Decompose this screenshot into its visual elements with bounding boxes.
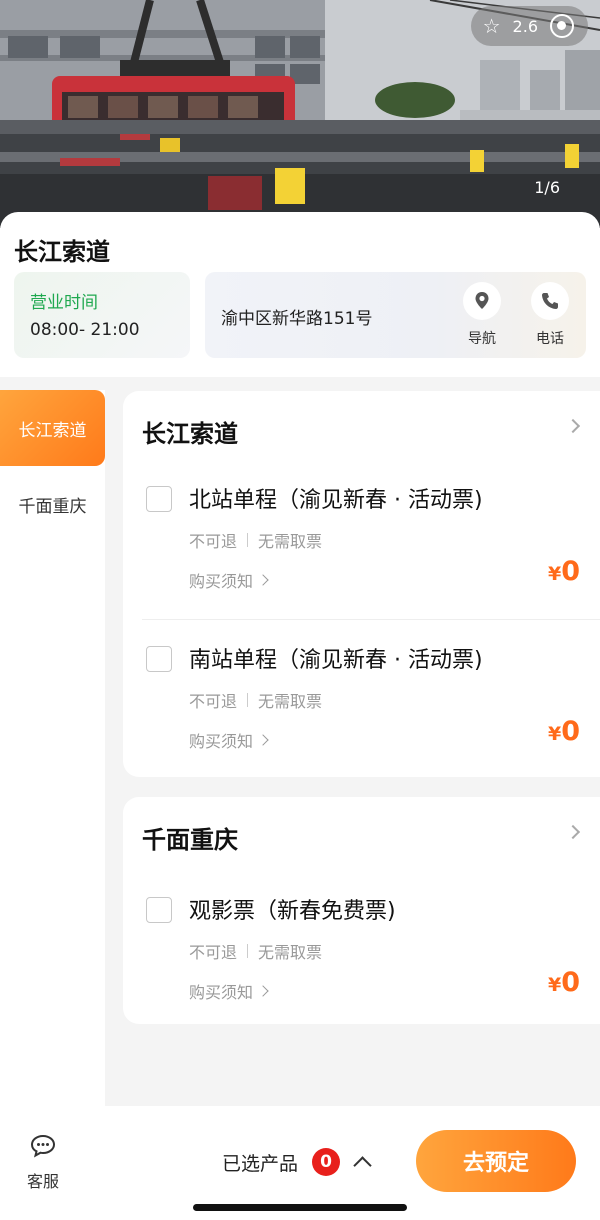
divider [142,619,600,620]
opening-hours-card: 营业时间 08:00- 21:00 [14,272,190,358]
product-item[interactable]: 观影票（新春免费票) 不可退 无需取票 购买须知 ¥ 0 [123,887,600,1047]
product-price: ¥ 0 [548,716,580,747]
hero-image[interactable]: ☆ 2.6 1/6 [0,0,600,228]
product-price: ¥ 0 [548,556,580,587]
currency-symbol: ¥ [547,723,562,745]
purchase-notice-link[interactable]: 购买须知 [189,568,269,592]
selected-products-label: 已选产品 [222,1152,299,1175]
venue-info-card: 长江索道 营业时间 08:00- 21:00 渝中区新华路151号 导航 电话 [0,212,600,377]
navigate-button[interactable]: 导航 [454,282,510,352]
currency-symbol: ¥ [547,974,562,996]
star-icon[interactable]: ☆ [483,16,501,36]
sidebar-item-cableway[interactable]: 长江索道 [0,390,105,466]
chat-bubble-icon [30,1134,56,1158]
product-checkbox[interactable] [146,486,172,512]
map-pin-icon [475,292,489,309]
tag-non-refundable: 不可退 [189,943,238,962]
rating-value: 2.6 [512,16,538,36]
tag-non-refundable: 不可退 [189,692,238,711]
section-card-qianmian: 千面重庆 观影票（新春免费票) 不可退 无需取票 购买须知 ¥ 0 [123,797,600,1024]
category-sidebar: 长江索道 千面重庆 [0,390,105,1106]
target-icon[interactable] [550,14,574,38]
tag-no-pickup: 无需取票 [258,532,323,551]
product-name: 观影票（新春免费票) [189,899,396,924]
tag-non-refundable: 不可退 [189,532,238,551]
product-tags: 不可退 无需取票 [189,688,322,712]
price-value: 0 [561,716,580,747]
section-title: 千面重庆 [142,826,238,854]
address-card[interactable]: 渝中区新华路151号 导航 电话 [205,272,586,358]
product-tags: 不可退 无需取票 [189,528,322,552]
section-title: 长江索道 [142,420,238,448]
navigate-label: 导航 [468,331,496,347]
tag-separator [247,944,249,958]
customer-service-button[interactable]: 客服 [20,1134,66,1191]
product-name: 北站单程（渝见新春 · 活动票) [189,488,483,513]
call-button[interactable]: 电话 [522,282,578,352]
tag-separator [247,533,249,547]
tag-no-pickup: 无需取票 [258,692,323,711]
venue-title: 长江索道 [14,238,110,266]
currency-symbol: ¥ [547,563,562,585]
notice-label: 购买须知 [189,983,254,1002]
chevron-right-icon [257,734,269,746]
address-text: 渝中区新华路151号 [221,309,373,329]
purchase-notice-link[interactable]: 购买须知 [189,728,269,752]
chevron-right-icon[interactable] [565,824,581,840]
notice-label: 购买须知 [189,572,254,591]
product-tags: 不可退 无需取票 [189,939,322,963]
price-value: 0 [561,967,580,998]
chevron-right-icon[interactable] [565,418,581,434]
price-value: 0 [561,556,580,587]
home-indicator [193,1204,407,1211]
purchase-notice-link[interactable]: 购买须知 [189,979,269,1003]
sidebar-item-qianmian[interactable]: 千面重庆 [0,466,105,542]
tag-separator [247,693,249,707]
selected-count-badge: 0 [312,1148,341,1176]
hours-value: 08:00- 21:00 [30,320,140,340]
chevron-up-icon [353,1155,372,1175]
product-name: 南站单程（渝见新春 · 活动票) [189,648,483,673]
product-checkbox[interactable] [146,646,172,672]
hours-label: 营业时间 [30,293,98,313]
product-checkbox[interactable] [146,897,172,923]
tag-no-pickup: 无需取票 [258,943,323,962]
notice-label: 购买须知 [189,732,254,751]
section-card-cableway: 长江索道 北站单程（渝见新春 · 活动票) 不可退 无需取票 购买须知 ¥ 0 … [123,391,600,777]
image-counter: 1/6 [534,178,560,197]
product-item[interactable]: 南站单程（渝见新春 · 活动票) 不可退 无需取票 购买须知 ¥ 0 [123,636,600,796]
bottom-bar: 客服 已选产品 0 去预定 [0,1106,600,1220]
customer-service-label: 客服 [26,1172,59,1191]
hero-actions: ☆ 2.6 [470,6,588,46]
product-price: ¥ 0 [548,967,580,998]
phone-icon [542,293,558,309]
product-item[interactable]: 北站单程（渝见新春 · 活动票) 不可退 无需取票 购买须知 ¥ 0 [123,476,600,636]
selected-products-toggle[interactable]: 已选产品 0 [222,1148,372,1176]
call-label: 电话 [536,331,564,347]
chevron-right-icon [257,574,269,586]
chevron-right-icon [257,985,269,997]
book-button[interactable]: 去预定 [416,1130,576,1192]
